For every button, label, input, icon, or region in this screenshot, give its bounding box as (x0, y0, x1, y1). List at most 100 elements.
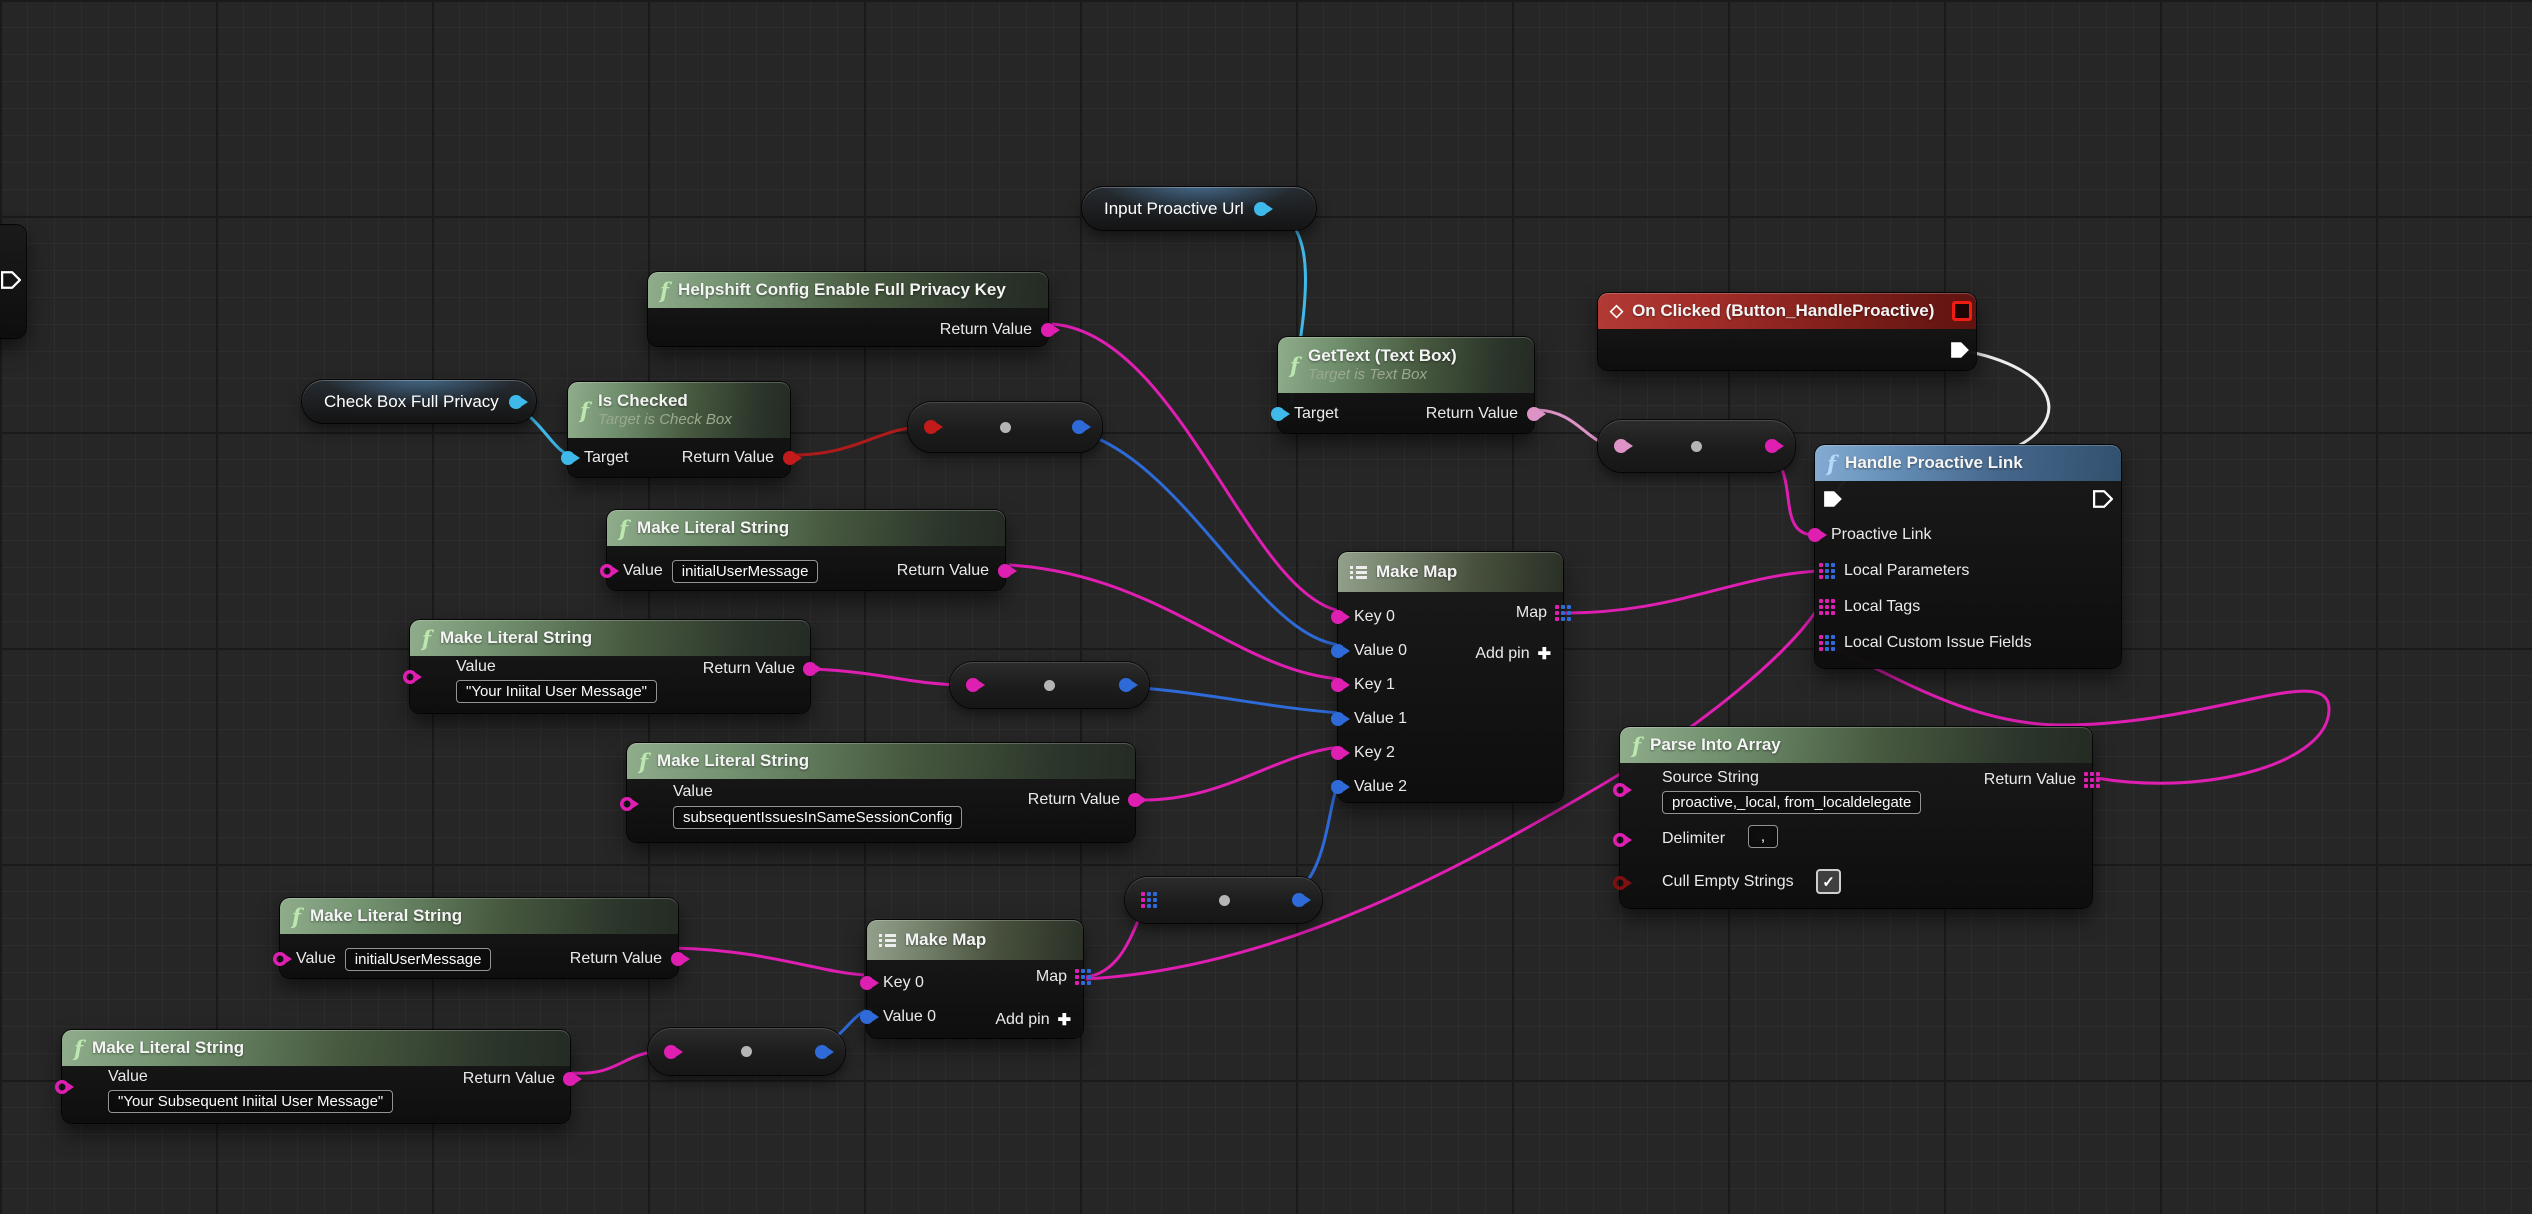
value-textbox[interactable]: initialUserMessage (345, 948, 492, 971)
key-in-pin-icon[interactable] (1331, 678, 1345, 692)
conversion-node-bool-to-value[interactable] (908, 402, 1102, 452)
key-in-pin-icon[interactable] (1331, 746, 1345, 760)
node-gettext-textbox[interactable]: f GetText (Text Box) Target is Text Box … (1278, 337, 1534, 433)
value-textbox[interactable]: subsequentIssuesInSameSessionConfig (673, 806, 962, 829)
object-out-pin-icon[interactable] (509, 395, 523, 409)
value-out-pin-icon[interactable] (1292, 893, 1306, 907)
value-textbox[interactable]: "Your Iniital User Message" (456, 680, 657, 703)
wire-map-makemap-to-localparameters[interactable] (1556, 571, 1818, 613)
value-in-pin-icon[interactable] (1331, 780, 1345, 794)
exec-in-pin-icon[interactable] (1823, 490, 1843, 508)
array-in-pin-icon[interactable] (1819, 599, 1835, 615)
value-out-pin-icon[interactable] (815, 1045, 829, 1059)
value-in-pin-icon[interactable] (860, 1010, 874, 1024)
wire-bool-ischecked-to-conv[interactable] (795, 427, 924, 455)
node-parse-into-array[interactable]: f Parse Into Array Source String proacti… (1620, 727, 2092, 908)
wire-string-literal2-to-conv[interactable] (812, 669, 966, 685)
map-out-pin-icon[interactable] (1075, 969, 1091, 985)
wire-value0-conv-to-makemap[interactable] (1054, 427, 1340, 645)
exec-out-pin-icon[interactable] (1950, 341, 1970, 359)
string-out-pin-icon[interactable] (1041, 323, 1055, 337)
value-textbox[interactable]: initialUserMessage (672, 560, 819, 583)
conversion-node-text-to-string[interactable] (1598, 420, 1795, 472)
object-out-pin-icon[interactable] (1254, 202, 1268, 216)
node-header[interactable]: Make Map (867, 920, 1083, 960)
node-header[interactable]: Make Map (1338, 552, 1563, 592)
string-in-pin-icon[interactable] (403, 670, 417, 684)
offscreen-node-partial[interactable] (0, 225, 26, 338)
string-out-pin-icon[interactable] (998, 564, 1012, 578)
node-make-literal-string-3[interactable]: f Make Literal String Value subsequentIs… (627, 743, 1135, 842)
string-in-pin-icon[interactable] (1613, 783, 1627, 797)
add-pin-button[interactable]: Add pin ✚ (1475, 644, 1551, 664)
string-in-pin-icon[interactable] (600, 564, 614, 578)
string-out-pin-icon[interactable] (1765, 439, 1779, 453)
source-string-textbox[interactable]: proactive,_local, from_localdelegate (1662, 791, 1921, 814)
conversion-node-string-to-value-bottom[interactable] (648, 1028, 845, 1075)
map-out-pin-icon[interactable] (1555, 605, 1571, 621)
variable-get-check-box-full-privacy[interactable]: Check Box Full Privacy (302, 380, 536, 423)
conversion-node-string-to-value[interactable] (950, 662, 1149, 708)
value-in-pin-icon[interactable] (1331, 644, 1345, 658)
node-header[interactable]: f Make Literal String (627, 743, 1135, 779)
string-in-pin-icon[interactable] (1808, 528, 1822, 542)
node-helpshift-config[interactable]: f Helpshift Config Enable Full Privacy K… (648, 272, 1048, 346)
key-in-pin-icon[interactable] (860, 976, 874, 990)
node-is-checked[interactable]: f Is Checked Target is Check Box Target … (568, 382, 790, 477)
string-in-pin-icon[interactable] (620, 797, 634, 811)
map-in-pin-icon[interactable] (1819, 635, 1835, 651)
blueprint-graph-canvas[interactable]: Input Proactive Url Check Box Full Priva… (0, 0, 2532, 1214)
target-in-pin-icon[interactable] (1271, 407, 1285, 421)
string-in-pin-icon[interactable] (273, 952, 287, 966)
value-out-pin-icon[interactable] (1119, 678, 1133, 692)
string-out-pin-icon[interactable] (671, 952, 685, 966)
node-make-map-top[interactable]: Make Map Key 0 Value 0 Key 1 Value 1 Key… (1338, 552, 1563, 802)
variable-get-input-proactive-url[interactable]: Input Proactive Url (1082, 187, 1316, 230)
bool-in-pin-icon[interactable] (924, 420, 938, 434)
key-in-pin-icon[interactable] (1331, 610, 1345, 624)
text-out-pin-icon[interactable] (1527, 407, 1541, 421)
value-out-pin-icon[interactable] (1072, 420, 1086, 434)
node-header[interactable]: f Make Literal String (62, 1030, 570, 1066)
cull-empty-strings-checkbox[interactable]: ✓ (1816, 869, 1841, 894)
node-header[interactable]: ◇ On Clicked (Button_HandleProactive) (1598, 293, 1976, 329)
node-make-map-bottom[interactable]: Make Map Key 0 Value 0 Map Add pin ✚ (867, 920, 1083, 1038)
bool-in-pin-icon[interactable] (1613, 876, 1627, 890)
node-header[interactable]: f Make Literal String (410, 620, 810, 656)
string-out-pin-icon[interactable] (1128, 793, 1142, 807)
node-make-literal-string-4[interactable]: f Make Literal String Value initialUserM… (280, 898, 678, 978)
delegate-pin-icon[interactable] (1952, 301, 1972, 321)
target-in-pin-icon[interactable] (561, 451, 575, 465)
node-header[interactable]: f Make Literal String (280, 898, 678, 934)
wire-string-literal3-to-key2[interactable] (1140, 747, 1340, 800)
node-handle-proactive-link[interactable]: f Handle Proactive Link Proactive Link L… (1815, 445, 2121, 668)
exec-out-pin-icon[interactable] (1, 271, 21, 289)
string-in-pin-icon[interactable] (1613, 833, 1627, 847)
exec-out-pin-icon[interactable] (2093, 490, 2113, 508)
value-textbox[interactable]: "Your Subsequent Iniital User Message" (108, 1090, 393, 1113)
value-in-pin-icon[interactable] (1331, 712, 1345, 726)
text-in-pin-icon[interactable] (1614, 439, 1628, 453)
node-header[interactable]: f Parse Into Array (1620, 727, 2092, 763)
node-header[interactable]: f Make Literal String (607, 510, 1005, 546)
add-pin-button[interactable]: Add pin ✚ (995, 1010, 1071, 1030)
node-header[interactable]: f Helpshift Config Enable Full Privacy K… (648, 272, 1048, 308)
array-out-pin-icon[interactable] (2084, 772, 2100, 788)
string-out-pin-icon[interactable] (563, 1072, 577, 1086)
node-make-literal-string-5[interactable]: f Make Literal String Value "Your Subseq… (62, 1030, 570, 1123)
string-in-pin-icon[interactable] (664, 1045, 678, 1059)
delimiter-textbox[interactable]: , (1748, 825, 1778, 848)
conversion-node-map-to-value[interactable] (1125, 877, 1322, 923)
bool-out-pin-icon[interactable] (783, 451, 797, 465)
string-in-pin-icon[interactable] (966, 678, 980, 692)
node-make-literal-string-2[interactable]: f Make Literal String Value "Your Iniita… (410, 620, 810, 713)
node-header[interactable]: f Handle Proactive Link (1815, 445, 2121, 481)
string-out-pin-icon[interactable] (803, 662, 817, 676)
map-in-pin-icon[interactable] (1819, 563, 1835, 579)
node-header[interactable]: f GetText (Text Box) Target is Text Box (1278, 337, 1534, 393)
node-on-clicked-event[interactable]: ◇ On Clicked (Button_HandleProactive) (1598, 293, 1976, 370)
wire-string-literal4-to-key0bottom[interactable] (674, 948, 864, 975)
node-make-literal-string-1[interactable]: f Make Literal String Value initialUserM… (607, 510, 1005, 590)
node-header[interactable]: f Is Checked Target is Check Box (568, 382, 790, 438)
string-in-pin-icon[interactable] (55, 1080, 69, 1094)
